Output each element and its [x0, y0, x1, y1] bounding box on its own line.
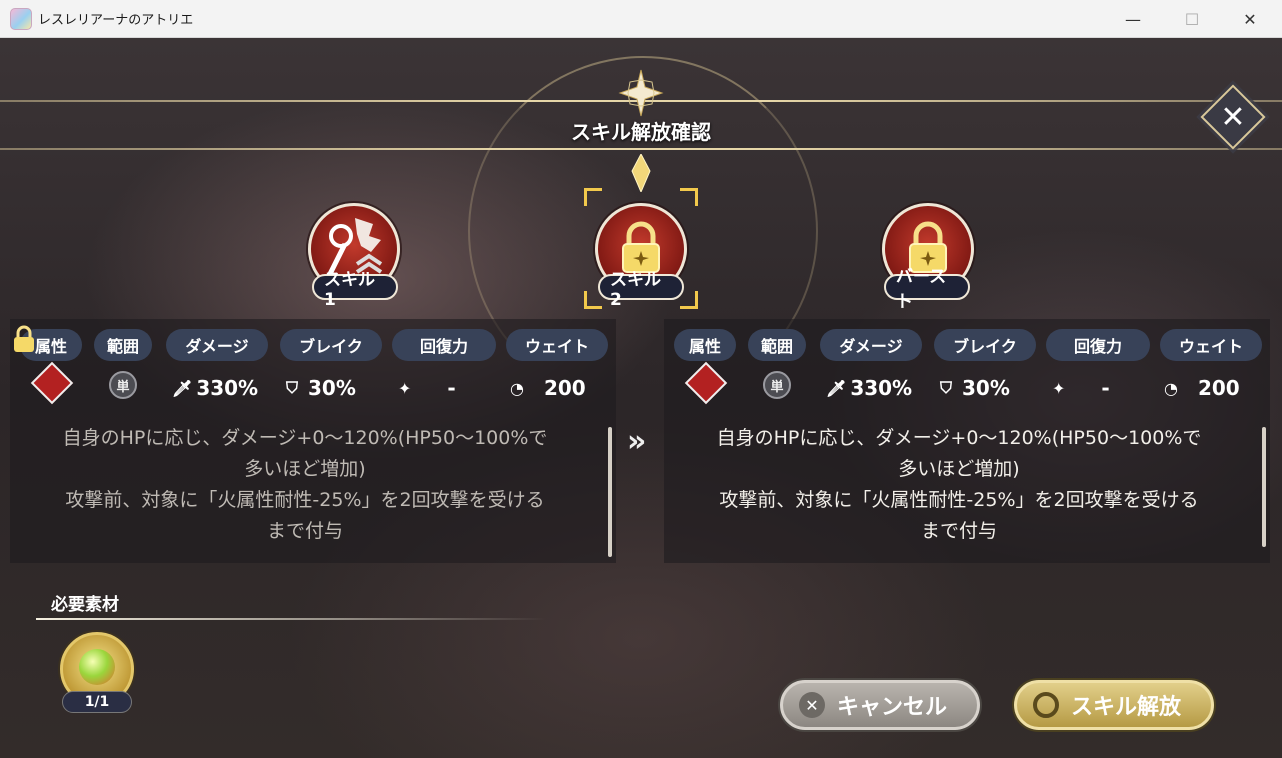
clock-icon: ◔ — [510, 378, 524, 398]
lock-icon — [14, 325, 34, 352]
header-break: ブレイク — [280, 329, 382, 361]
cancel-button[interactable]: ✕ キャンセル — [780, 680, 980, 730]
sword-icon: 🗡 — [172, 378, 193, 398]
header-attribute: 属性 — [674, 329, 736, 361]
header-break: ブレイク — [934, 329, 1036, 361]
maximize-button[interactable]: ☐ — [1162, 0, 1222, 38]
burst-label: バースト — [884, 267, 970, 312]
selection-corner-tl — [584, 188, 602, 206]
window-title-bar: レスレリアーナのアトリエ — ☐ ✕ — [0, 0, 1282, 38]
description-scrollbar[interactable] — [608, 427, 612, 557]
sparkle-icon: ✦ — [398, 378, 412, 398]
shield-icon: ⛉ — [940, 378, 953, 397]
close-icon[interactable]: ✕ — [1210, 94, 1256, 140]
unlock-skill-label: スキル解放 — [1071, 695, 1182, 720]
header-wait: ウェイト — [506, 329, 608, 361]
clock-icon: ◔ — [1164, 378, 1178, 398]
range-single-icon: 単 — [763, 371, 791, 399]
game-screen: スキル解放確認 ✕ スキル1 スキル2 バースト 属性 範囲 ダメージ ブレイク… — [0, 38, 1282, 758]
damage-value: 🗡 330% — [826, 376, 913, 400]
unlock-skill-button[interactable]: スキル解放 — [1014, 680, 1214, 730]
confirm-circle-icon — [1033, 692, 1059, 718]
cancel-label: キャンセル — [837, 695, 948, 720]
range-single-icon: 単 — [109, 371, 137, 399]
skill-after-description: 自身のHPに応じ、ダメージ+0～120%(HP50～100%で 多いほど増加) … — [716, 427, 1202, 542]
arrow-right-icon: » — [627, 424, 647, 459]
wait-value: ◔ 200 — [1164, 376, 1240, 400]
header-damage: ダメージ — [166, 329, 268, 361]
close-window-button[interactable]: ✕ — [1220, 0, 1280, 38]
materials-title: 必要素材 — [51, 595, 119, 615]
materials-divider — [36, 618, 546, 620]
fire-attribute-icon — [30, 361, 74, 405]
selection-pointer-icon — [631, 154, 651, 192]
dialog-title: スキル解放確認 — [571, 120, 711, 144]
heal-value: ✦ - — [398, 376, 456, 400]
description-scrollbar[interactable] — [1262, 427, 1266, 547]
fire-attribute-icon — [684, 361, 728, 405]
cancel-x-icon: ✕ — [799, 692, 825, 718]
sword-icon: 🗡 — [826, 378, 847, 398]
header-heal: 回復力 — [1046, 329, 1150, 361]
heal-value: ✦ - — [1052, 376, 1110, 400]
green-fruit-icon — [79, 649, 115, 685]
app-icon — [10, 7, 32, 30]
sparkle-icon: ✦ — [1052, 378, 1066, 398]
header-wait: ウェイト — [1160, 329, 1262, 361]
header-range: 範囲 — [94, 329, 152, 361]
window-title: レスレリアーナのアトリエ — [38, 13, 194, 28]
skill1-label: スキル1 — [312, 270, 398, 310]
header-line-bottom — [0, 148, 1282, 150]
break-value: ⛉ 30% — [286, 376, 356, 400]
skill2-label: スキル2 — [598, 270, 684, 310]
header-range: 範囲 — [748, 329, 806, 361]
skill-before-panel: 属性 範囲 ダメージ ブレイク 回復力 ウェイト 単 🗡 330% ⛉ 30% … — [10, 319, 616, 563]
header-heal: 回復力 — [392, 329, 496, 361]
break-value: ⛉ 30% — [940, 376, 1010, 400]
selection-corner-tr — [680, 188, 698, 206]
wait-value: ◔ 200 — [510, 376, 586, 400]
star-ornament-icon — [618, 69, 664, 117]
skill-before-description: 自身のHPに応じ、ダメージ+0～120%(HP50～100%で 多いほど増加) … — [62, 427, 548, 542]
skill-after-panel: 属性 範囲 ダメージ ブレイク 回復力 ウェイト 単 🗡 330% ⛉ 30% … — [664, 319, 1270, 563]
damage-value: 🗡 330% — [172, 376, 259, 400]
selection-corner-br — [680, 291, 698, 309]
header-damage: ダメージ — [820, 329, 922, 361]
minimize-button[interactable]: — — [1103, 0, 1163, 38]
material-count: 1/1 — [62, 691, 132, 713]
shield-icon: ⛉ — [286, 378, 299, 397]
